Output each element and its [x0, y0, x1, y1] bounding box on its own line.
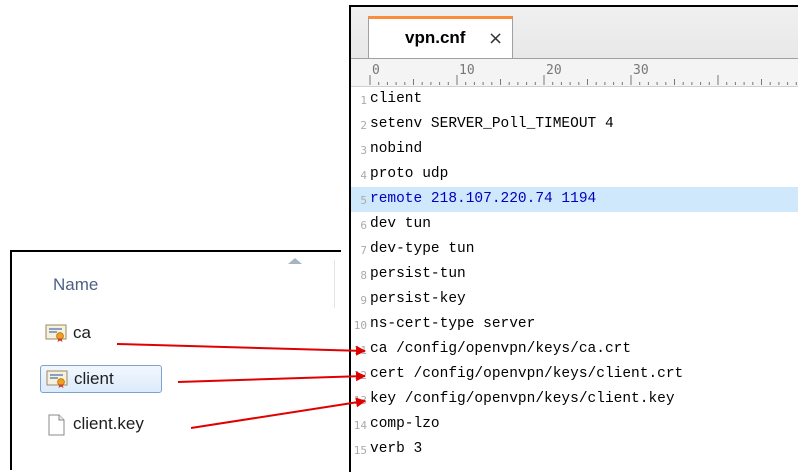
file-item-client-key[interactable]: client.key	[40, 410, 180, 438]
certificate-icon	[45, 323, 67, 343]
code-line[interactable]: 15 verb 3	[351, 437, 798, 462]
line-number: 7	[360, 244, 367, 257]
code-line[interactable]: 13 key /config/openvpn/keys/client.key	[351, 387, 798, 412]
line-number: 13	[353, 394, 367, 407]
line-number: 8	[360, 269, 367, 282]
code-line[interactable]: 12 cert /config/openvpn/keys/client.crt	[351, 362, 798, 387]
line-number: 14	[353, 419, 367, 432]
code-area[interactable]: 1 client 2 setenv SERVER_Poll_TIMEOUT 4 3 nob…	[351, 87, 798, 462]
file-explorer-panel: Name ca client client.key	[10, 250, 343, 470]
name-column-header[interactable]: Name	[12, 252, 343, 310]
file-name: client.key	[73, 414, 144, 433]
line-number: 11	[353, 344, 367, 357]
ruler-label: 20	[546, 63, 562, 78]
code-line[interactable]: 10 ns-cert-type server	[351, 312, 798, 337]
file-item-ca[interactable]: ca	[40, 319, 130, 347]
code-text: setenv SERVER_Poll_TIMEOUT 4	[370, 116, 614, 132]
line-number: 10	[353, 319, 367, 332]
certificate-icon	[46, 369, 68, 389]
line-number: 1	[360, 94, 367, 107]
code-line[interactable]: 5 remote 218.107.220.74 1194	[351, 187, 798, 212]
file-name: client	[74, 369, 114, 388]
file-item-client[interactable]: client	[40, 365, 162, 393]
code-text: ca /config/openvpn/keys/ca.crt	[370, 341, 632, 357]
ruler-label: 10	[459, 63, 475, 78]
code-text: persist-key	[370, 291, 466, 307]
text-editor-window: vpn.cnf × 0 10 20 30 1 client 2 setenv SERVER_…	[349, 5, 798, 472]
code-line[interactable]: 1 client	[351, 87, 798, 112]
code-text: cert /config/openvpn/keys/client.crt	[370, 366, 684, 382]
code-text: verb 3	[370, 441, 423, 457]
code-text: key /config/openvpn/keys/client.key	[370, 391, 675, 407]
tab-title: vpn.cnf	[405, 28, 466, 47]
ruler-label: 30	[633, 63, 649, 78]
code-line[interactable]: 7 dev-type tun	[351, 237, 798, 262]
name-column-label: Name	[53, 275, 99, 294]
close-icon[interactable]: ×	[488, 28, 503, 49]
code-line[interactable]: 6 dev tun	[351, 212, 798, 237]
code-line[interactable]: 14 comp-lzo	[351, 412, 798, 437]
line-number: 12	[353, 369, 367, 382]
file-name: ca	[73, 323, 91, 342]
code-line[interactable]: 9 persist-key	[351, 287, 798, 312]
tab-bar: vpn.cnf ×	[351, 7, 798, 59]
code-line[interactable]: 11 ca /config/openvpn/keys/ca.crt	[351, 337, 798, 362]
code-text: remote 218.107.220.74 1194	[370, 191, 597, 207]
column-divider[interactable]	[334, 260, 335, 308]
sort-ascending-icon	[288, 258, 302, 264]
column-ruler: 0 10 20 30	[351, 59, 798, 87]
code-text: nobind	[370, 141, 423, 157]
line-number: 3	[360, 144, 367, 157]
code-text: ns-cert-type server	[370, 316, 536, 332]
line-number: 9	[360, 294, 367, 307]
code-line[interactable]: 4 proto udp	[351, 162, 798, 187]
code-text: dev-type tun	[370, 241, 475, 257]
line-number: 6	[360, 219, 367, 232]
code-text: proto udp	[370, 166, 449, 182]
code-text: comp-lzo	[370, 416, 440, 432]
code-line[interactable]: 2 setenv SERVER_Poll_TIMEOUT 4	[351, 112, 798, 137]
line-number: 4	[360, 169, 367, 182]
code-text: client	[370, 91, 423, 107]
line-number: 2	[360, 119, 367, 132]
code-line[interactable]: 3 nobind	[351, 137, 798, 162]
line-number: 15	[353, 444, 367, 457]
code-text: dev tun	[370, 216, 431, 232]
tab-vpn-cnf[interactable]: vpn.cnf ×	[368, 16, 513, 58]
code-text: persist-tun	[370, 266, 466, 282]
line-number: 5	[360, 194, 367, 207]
blank-file-icon	[45, 414, 67, 436]
code-line[interactable]: 8 persist-tun	[351, 262, 798, 287]
ruler-label: 0	[372, 63, 380, 78]
